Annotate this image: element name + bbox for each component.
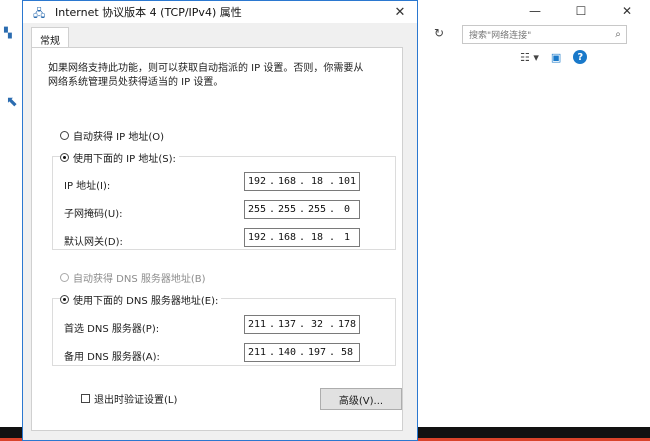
validate-on-exit-row[interactable]: 退出时验证设置(L): [81, 391, 177, 406]
dns-octet[interactable]: 58: [335, 347, 359, 358]
ip-octet[interactable]: 18: [305, 176, 329, 187]
ip-octet[interactable]: 192: [245, 176, 269, 187]
subnet-octet[interactable]: 255: [245, 204, 269, 215]
gateway-octet[interactable]: 168: [275, 232, 299, 243]
gateway-field[interactable]: 192. 168. 18. 1: [244, 228, 360, 247]
search-box[interactable]: 搜索"网络连接" ⌕: [462, 25, 627, 44]
gateway-octet[interactable]: 1: [335, 232, 359, 243]
refresh-icon[interactable]: ↻: [434, 26, 444, 40]
nav-arrow-icon[interactable]: ⬉: [6, 94, 18, 110]
ip-auto-label: 自动获得 IP 地址(O): [73, 132, 165, 143]
ip-auto-radio[interactable]: [60, 131, 69, 140]
dns-octet[interactable]: 211: [245, 347, 269, 358]
dns-auto-label: 自动获得 DNS 服务器地址(B): [73, 274, 206, 285]
dns-octet[interactable]: 32: [305, 319, 329, 330]
description-text: 如果网络支持此功能，则可以获取自动指派的 IP 设置。否则，你需要从网络系统管理…: [48, 63, 364, 88]
dns-octet[interactable]: 140: [275, 347, 299, 358]
ip-auto-radio-row[interactable]: 自动获得 IP 地址(O): [60, 128, 164, 143]
subnet-octet[interactable]: 255: [305, 204, 329, 215]
dns-manual-radio-row[interactable]: 使用下面的 DNS 服务器地址(E):: [60, 292, 222, 307]
dialog-close-button[interactable]: ✕: [383, 1, 417, 23]
view-options-icon[interactable]: ☷ ▾: [520, 51, 539, 64]
ip-address-field[interactable]: 192. 168. 18. 101: [244, 172, 360, 191]
dns-manual-label: 使用下面的 DNS 服务器地址(E):: [73, 296, 219, 307]
close-button[interactable]: ✕: [604, 0, 650, 22]
ip-manual-radio[interactable]: [60, 153, 69, 162]
validate-on-exit-label: 退出时验证设置(L): [94, 395, 178, 406]
preferred-dns-field[interactable]: 211. 137. 32. 178: [244, 315, 360, 334]
dns-octet[interactable]: 137: [275, 319, 299, 330]
ipv4-properties-dialog: 🖧 Internet 协议版本 4 (TCP/IPv4) 属性 ✕ 常规 如果网…: [22, 0, 418, 441]
advanced-button[interactable]: 高级(V)...: [320, 388, 402, 410]
minimize-button[interactable]: —: [512, 0, 558, 22]
ip-manual-label: 使用下面的 IP 地址(S):: [73, 154, 176, 165]
dns-auto-radio-row[interactable]: 自动获得 DNS 服务器地址(B): [60, 270, 206, 285]
gateway-label: 默认网关(D):: [64, 237, 123, 248]
subnet-mask-field[interactable]: 255. 255. 255. 0: [244, 200, 360, 219]
dns-octet[interactable]: 178: [335, 319, 359, 330]
search-input[interactable]: 搜索"网络连接": [463, 28, 610, 41]
ip-octet[interactable]: 168: [275, 176, 299, 187]
dns-auto-radio[interactable]: [60, 273, 69, 282]
general-panel: 如果网络支持此功能，则可以获取自动指派的 IP 设置。否则，你需要从网络系统管理…: [31, 47, 403, 431]
subnet-mask-label: 子网掩码(U):: [64, 209, 123, 220]
search-icon[interactable]: ⌕: [610, 29, 626, 40]
ip-manual-radio-row[interactable]: 使用下面的 IP 地址(S):: [60, 150, 179, 165]
gateway-octet[interactable]: 192: [245, 232, 269, 243]
subnet-octet[interactable]: 0: [335, 204, 359, 215]
maximize-button[interactable]: ☐: [558, 0, 604, 22]
dialog-icon: 🖧: [33, 7, 46, 20]
ip-octet[interactable]: 101: [335, 176, 359, 187]
app-icon: ▚: [4, 28, 12, 39]
subnet-octet[interactable]: 255: [275, 204, 299, 215]
window-controls: — ☐ ✕: [512, 0, 650, 22]
dns-octet[interactable]: 211: [245, 319, 269, 330]
dialog-titlebar: 🖧 Internet 协议版本 4 (TCP/IPv4) 属性 ✕: [23, 1, 417, 23]
alternate-dns-label: 备用 DNS 服务器(A):: [64, 352, 160, 363]
help-icon[interactable]: ?: [573, 50, 588, 64]
preferred-dns-label: 首选 DNS 服务器(P):: [64, 324, 160, 335]
explorer-toolbar: ☷ ▾ ▣ ?: [520, 50, 588, 64]
dns-manual-radio[interactable]: [60, 295, 69, 304]
validate-on-exit-checkbox[interactable]: [81, 394, 90, 403]
ip-address-label: IP 地址(I):: [64, 181, 111, 192]
preview-pane-icon[interactable]: ▣: [551, 51, 561, 64]
dns-octet[interactable]: 197: [305, 347, 329, 358]
dialog-title: Internet 协议版本 4 (TCP/IPv4) 属性: [55, 6, 242, 19]
alternate-dns-field[interactable]: 211. 140. 197. 58: [244, 343, 360, 362]
gateway-octet[interactable]: 18: [305, 232, 329, 243]
